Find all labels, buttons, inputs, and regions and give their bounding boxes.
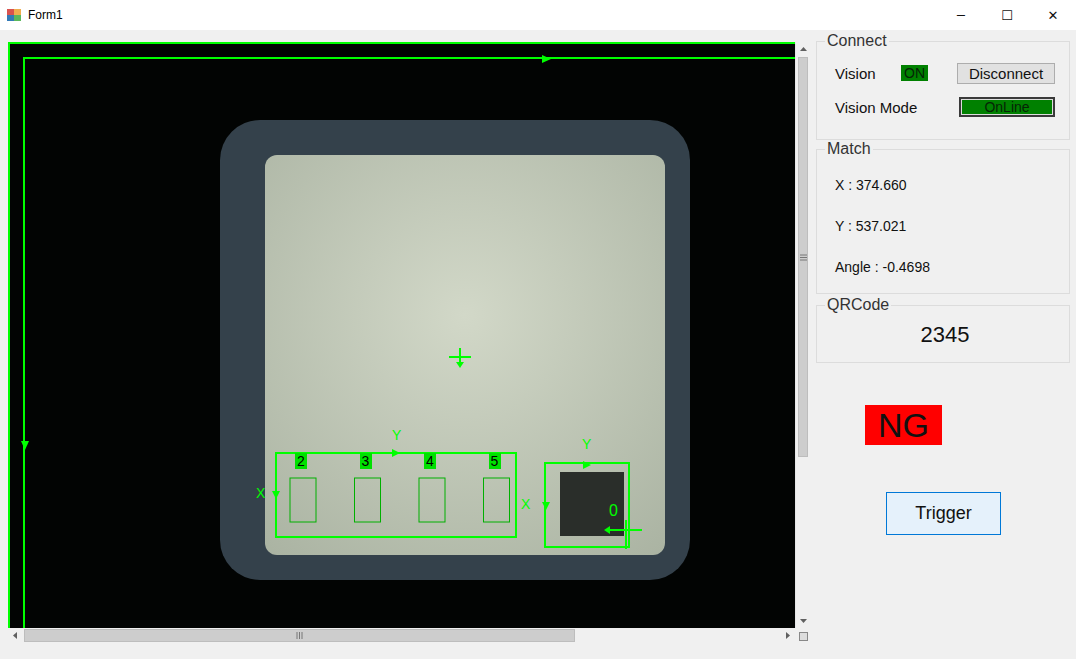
connect-row: VisionON Disconnect	[835, 56, 1055, 90]
scroll-down-button[interactable]	[796, 613, 811, 628]
image-viewer: 2 3 4 5 X Y X Y 0	[8, 42, 810, 643]
ocr-char-label: 3	[360, 453, 372, 469]
connect-label: Vision	[835, 65, 903, 82]
overlay-graphics	[10, 44, 795, 628]
result-indicator: NG	[865, 405, 942, 445]
vertical-scrollbar[interactable]	[795, 42, 810, 628]
status-indicator: ON	[901, 65, 928, 81]
title-bar: Form1─☐✕	[0, 0, 1076, 30]
code-index-label: 0	[609, 502, 618, 520]
connect-row: Vision Mode OnLine	[835, 90, 1055, 124]
form-icon	[6, 7, 22, 23]
group-title: Match	[825, 140, 873, 158]
window-control-button[interactable]: ✕	[1030, 0, 1076, 30]
ocr-char-label: 2	[295, 453, 307, 469]
image-canvas[interactable]: 2 3 4 5 X Y X Y 0	[8, 42, 795, 628]
window-controls: ─☐✕	[938, 0, 1076, 30]
scroll-thumb[interactable]	[798, 57, 808, 457]
size-grip-icon	[799, 632, 808, 641]
match-value: X : 374.660	[835, 164, 1055, 205]
side-panel: ConnectVisionONDisconnectVision ModeOnLi…	[816, 42, 1070, 659]
ocr-axis-y-label: Y	[392, 427, 401, 443]
window-title: Form1	[28, 8, 938, 22]
match-value: Angle : -0.4698	[835, 246, 1055, 287]
arrow-right-icon	[780, 628, 795, 643]
arrow-up-icon	[796, 42, 811, 57]
arrow-left-icon	[8, 628, 23, 643]
ocr-char-label: 4	[424, 453, 436, 469]
window-control-button[interactable]: ─	[938, 0, 984, 30]
disconnect-button[interactable]: Disconnect	[957, 63, 1055, 84]
connect-label: Vision Mode	[835, 99, 903, 116]
ocr-axis-x-label: X	[256, 485, 265, 501]
code-axis-x-label: X	[521, 496, 530, 512]
code-axis-y-label: Y	[582, 436, 591, 452]
ocr-char-label: 5	[489, 453, 501, 469]
match-value: Y : 537.021	[835, 205, 1055, 246]
trigger-button[interactable]: Trigger	[886, 492, 1001, 535]
match-group: Match X : 374.660Y : 537.021Angle : -0.46…	[816, 140, 1070, 294]
group-title: Connect	[825, 32, 889, 50]
form-body: 2345XYXY0ConnectVisionONDisconnectVision…	[0, 30, 1076, 659]
scroll-corner	[795, 628, 810, 643]
scroll-left-button[interactable]	[8, 628, 23, 643]
arrow-down-icon	[796, 613, 811, 628]
scroll-up-button[interactable]	[796, 42, 811, 57]
horizontal-scrollbar[interactable]	[8, 628, 795, 643]
scroll-track[interactable]	[797, 57, 809, 613]
app-window: Form1─☐✕2345XYXY0ConnectVisionONDisconne…	[0, 0, 1076, 659]
group-title: QRCode	[825, 296, 891, 314]
scroll-thumb[interactable]	[24, 629, 575, 642]
connect-group: Connect VisionON Disconnect Vision Mode OnLi…	[816, 32, 1070, 140]
window-control-button[interactable]: ☐	[984, 0, 1030, 30]
grip-icon	[800, 254, 807, 261]
scroll-right-button[interactable]	[780, 628, 795, 643]
scroll-track[interactable]	[24, 628, 779, 643]
qrcode-group: QRCode 2345	[816, 296, 1070, 363]
grip-icon	[296, 632, 303, 639]
status-indicator: OnLine	[959, 97, 1055, 117]
qrcode-value: 2345	[835, 320, 1055, 356]
